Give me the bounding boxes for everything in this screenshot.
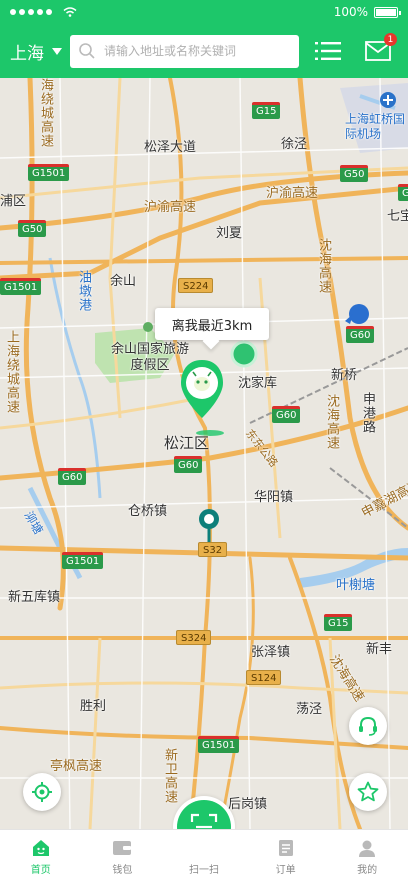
map-label: 华阳镇 [254, 490, 294, 505]
tab-home[interactable]: 首页 [0, 830, 82, 883]
map-label: 新桥 [331, 368, 358, 383]
tooltip-text: 离我最近3km [171, 318, 253, 334]
map-label: 沈家库 [238, 376, 278, 391]
map-label: 胜利 [80, 699, 107, 714]
headset-icon [359, 716, 377, 736]
signal-strength-icon [10, 7, 77, 17]
map-label: 上海虹桥国际机场 [345, 112, 406, 141]
search-input[interactable] [104, 44, 284, 58]
tab-orders-label: 订单 [275, 865, 296, 876]
search-icon [79, 43, 95, 59]
map-label: 油墩港 [76, 270, 91, 312]
battery-percent: 100% [333, 5, 368, 19]
highway-shield: G60 [346, 326, 375, 343]
map-view[interactable]: 松泽大道 徐泾 上海虹桥国际机场 浦区 沪渝高速 沪渝高速 七宝 刘夏 余山 油… [0, 78, 408, 829]
tab-wallet-label: 钱包 [112, 865, 133, 876]
map-label: 新丰 [366, 642, 393, 657]
highway-shield: S224 [178, 278, 214, 293]
highway-shield: G60 [58, 468, 87, 485]
map-label: 亭枫高速 [50, 759, 103, 774]
star-icon [357, 781, 379, 802]
map-label: 海绕城高速 [38, 78, 53, 148]
order-icon [278, 840, 293, 856]
map-label: 沈海高速 [316, 238, 331, 294]
nearest-distance-tooltip[interactable]: 离我最近3km [155, 308, 269, 340]
map-label: 徐泾 [281, 137, 308, 152]
map-label: 上海绕城高速 [4, 330, 19, 414]
highway-shield: G15 [324, 614, 353, 631]
map-roads [0, 78, 408, 829]
tab-bar: 首页 钱包 扫一扫 订单 我的 [0, 829, 408, 883]
map-label: 仓桥镇 [128, 504, 168, 519]
list-button[interactable] [314, 39, 342, 63]
wallet-icon [113, 841, 132, 855]
highway-shield: G50 [340, 165, 369, 182]
home-icon [32, 840, 49, 856]
tab-scan[interactable]: 扫一扫 [163, 830, 245, 883]
map-label: 新五库镇 [8, 590, 61, 605]
tab-profile-label: 我的 [357, 865, 378, 876]
highway-shield: G60 [174, 456, 203, 473]
highway-shield: S124 [246, 670, 282, 685]
header: 上海 1 [0, 24, 408, 78]
message-badge: 1 [384, 33, 397, 46]
map-label: 余山 [110, 274, 137, 289]
map-label: 叶榭塘 [336, 578, 376, 593]
map-label: 浦区 [0, 194, 27, 209]
highway-shield: S324 [176, 630, 212, 645]
city-selector[interactable]: 上海 [10, 39, 70, 64]
highway-shield: G50 [18, 220, 47, 237]
city-label: 上海 [10, 43, 44, 64]
highway-shield: G1501 [28, 164, 70, 181]
highway-shield: G1501 [62, 552, 104, 569]
tab-scan-label: 扫一扫 [188, 865, 219, 876]
list-icon [315, 42, 341, 60]
map-label: 张泽镇 [251, 645, 291, 660]
highway-shield: S32 [198, 542, 228, 557]
chevron-down-icon [52, 47, 62, 55]
tab-profile[interactable]: 我的 [326, 830, 408, 883]
profile-icon [359, 840, 376, 857]
tab-home-label: 首页 [30, 865, 51, 876]
wifi-icon [63, 7, 77, 17]
customer-service-button[interactable] [349, 707, 387, 745]
highway-shield: G15 [252, 102, 281, 119]
map-label: 后岗镇 [228, 797, 268, 812]
map-label: 申港路 [360, 392, 375, 434]
highway-shield: G1501 [0, 278, 42, 295]
highway-shield: G60 [272, 406, 301, 423]
search-box[interactable] [70, 34, 299, 68]
favorites-button[interactable] [349, 773, 387, 811]
map-label: 沪渝高速 [144, 200, 197, 215]
highway-shield: G1501 [198, 736, 240, 753]
map-label: 松江区 [164, 434, 210, 452]
tab-wallet[interactable]: 钱包 [82, 830, 164, 883]
map-label: 沪渝高速 [266, 186, 319, 201]
tab-orders[interactable]: 订单 [245, 830, 327, 883]
top-bar: 100% 上海 请输入地址或名称关键词 1 [0, 0, 408, 78]
map-label: 刘夏 [216, 226, 243, 241]
map-label: 余山国家旅游度假区 [110, 342, 189, 373]
highway-shield: G50 [398, 184, 408, 201]
status-bar: 100% [0, 0, 408, 24]
map-label: 七宝 [387, 209, 408, 224]
messages-button[interactable]: 1 [364, 33, 397, 63]
map-label: 沈海高速 [324, 394, 339, 450]
map-label: 新卫高速 [162, 748, 177, 804]
map-label: 松泽大道 [144, 140, 197, 155]
locate-me-button[interactable] [23, 773, 61, 811]
crosshair-icon [32, 782, 52, 802]
battery-icon [374, 6, 401, 18]
map-label: 荡泾 [296, 702, 323, 717]
